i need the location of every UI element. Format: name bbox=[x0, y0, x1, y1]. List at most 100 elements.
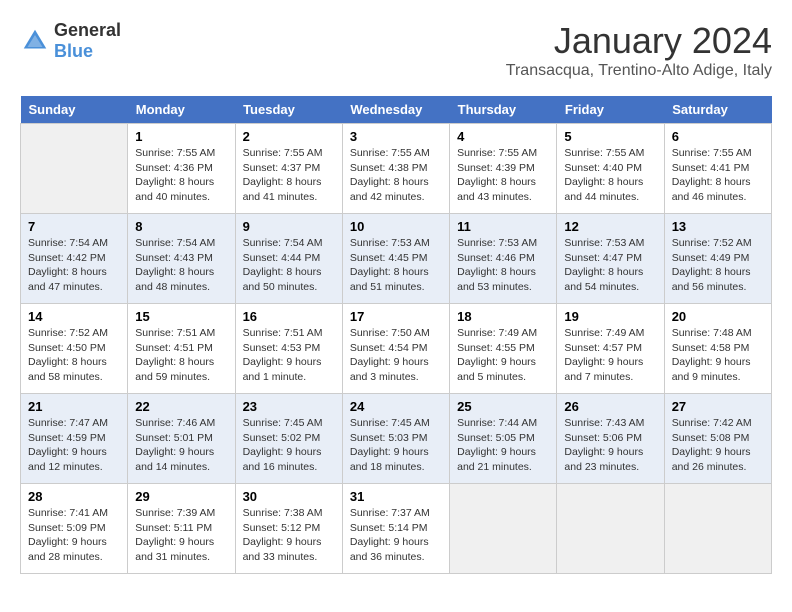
calendar-cell: 8 Sunrise: 7:54 AM Sunset: 4:43 PM Daylig… bbox=[128, 214, 235, 304]
day-number: 19 bbox=[564, 309, 656, 324]
day-number: 23 bbox=[243, 399, 335, 414]
day-info: Sunrise: 7:55 AM Sunset: 4:36 PM Dayligh… bbox=[135, 146, 227, 205]
day-number: 7 bbox=[28, 219, 120, 234]
day-info: Sunrise: 7:45 AM Sunset: 5:03 PM Dayligh… bbox=[350, 416, 442, 475]
logo-general-text: General bbox=[54, 20, 121, 40]
day-info: Sunrise: 7:45 AM Sunset: 5:02 PM Dayligh… bbox=[243, 416, 335, 475]
day-number: 24 bbox=[350, 399, 442, 414]
day-number: 3 bbox=[350, 129, 442, 144]
calendar-cell: 14 Sunrise: 7:52 AM Sunset: 4:50 PM Dayli… bbox=[21, 304, 128, 394]
day-number: 20 bbox=[672, 309, 764, 324]
logo-blue-text: Blue bbox=[54, 41, 93, 61]
calendar-cell: 23 Sunrise: 7:45 AM Sunset: 5:02 PM Dayli… bbox=[235, 394, 342, 484]
weekday-header-sunday: Sunday bbox=[21, 96, 128, 124]
calendar-week-row: 21Sunrise: 7:47 AM Sunset: 4:59 PM Dayli… bbox=[21, 394, 772, 484]
day-number: 26 bbox=[564, 399, 656, 414]
day-info: Sunrise: 7:37 AM Sunset: 5:14 PM Dayligh… bbox=[350, 506, 442, 565]
day-number: 28 bbox=[28, 489, 120, 504]
calendar-cell: 22 Sunrise: 7:46 AM Sunset: 5:01 PM Dayli… bbox=[128, 394, 235, 484]
day-number: 6 bbox=[672, 129, 764, 144]
calendar-cell: 7 Sunrise: 7:54 AM Sunset: 4:42 PM Daylig… bbox=[21, 214, 128, 304]
calendar-cell: 2 Sunrise: 7:55 AM Sunset: 4:37 PM Daylig… bbox=[235, 124, 342, 214]
day-number: 21 bbox=[28, 399, 120, 414]
calendar-cell: 17Sunrise: 7:50 AM Sunset: 4:54 PM Dayli… bbox=[342, 304, 449, 394]
day-info: Sunrise: 7:54 AM Sunset: 4:42 PM Dayligh… bbox=[28, 236, 120, 295]
day-number: 14 bbox=[28, 309, 120, 324]
day-info: Sunrise: 7:55 AM Sunset: 4:37 PM Dayligh… bbox=[243, 146, 335, 205]
day-info: Sunrise: 7:46 AM Sunset: 5:01 PM Dayligh… bbox=[135, 416, 227, 475]
day-info: Sunrise: 7:44 AM Sunset: 5:05 PM Dayligh… bbox=[457, 416, 549, 475]
day-number: 8 bbox=[135, 219, 227, 234]
day-number: 10 bbox=[350, 219, 442, 234]
day-info: Sunrise: 7:54 AM Sunset: 4:44 PM Dayligh… bbox=[243, 236, 335, 295]
calendar-table: SundayMondayTuesdayWednesdayThursdayFrid… bbox=[20, 96, 772, 574]
calendar-cell bbox=[21, 124, 128, 214]
weekday-header-wednesday: Wednesday bbox=[342, 96, 449, 124]
day-info: Sunrise: 7:55 AM Sunset: 4:41 PM Dayligh… bbox=[672, 146, 764, 205]
calendar-cell: 24 Sunrise: 7:45 AM Sunset: 5:03 PM Dayli… bbox=[342, 394, 449, 484]
calendar-cell: 19 Sunrise: 7:49 AM Sunset: 4:57 PM Dayli… bbox=[557, 304, 664, 394]
day-number: 22 bbox=[135, 399, 227, 414]
day-info: Sunrise: 7:55 AM Sunset: 4:38 PM Dayligh… bbox=[350, 146, 442, 205]
day-number: 9 bbox=[243, 219, 335, 234]
calendar-cell: 31 Sunrise: 7:37 AM Sunset: 5:14 PM Dayli… bbox=[342, 484, 449, 574]
day-number: 27 bbox=[672, 399, 764, 414]
day-info: Sunrise: 7:55 AM Sunset: 4:40 PM Dayligh… bbox=[564, 146, 656, 205]
calendar-cell bbox=[450, 484, 557, 574]
day-info: Sunrise: 7:38 AM Sunset: 5:12 PM Dayligh… bbox=[243, 506, 335, 565]
day-info: Sunrise: 7:48 AM Sunset: 4:58 PM Dayligh… bbox=[672, 326, 764, 385]
day-number: 16 bbox=[243, 309, 335, 324]
weekday-header-tuesday: Tuesday bbox=[235, 96, 342, 124]
calendar-cell bbox=[664, 484, 771, 574]
day-number: 1 bbox=[135, 129, 227, 144]
day-info: Sunrise: 7:51 AM Sunset: 4:51 PM Dayligh… bbox=[135, 326, 227, 385]
day-number: 18 bbox=[457, 309, 549, 324]
calendar-cell: 26 Sunrise: 7:43 AM Sunset: 5:06 PM Dayli… bbox=[557, 394, 664, 484]
month-title: January 2024 bbox=[506, 20, 772, 62]
calendar-cell: 29 Sunrise: 7:39 AM Sunset: 5:11 PM Dayli… bbox=[128, 484, 235, 574]
calendar-cell: 21Sunrise: 7:47 AM Sunset: 4:59 PM Dayli… bbox=[21, 394, 128, 484]
logo: General Blue bbox=[20, 20, 121, 62]
calendar-cell: 18 Sunrise: 7:49 AM Sunset: 4:55 PM Dayli… bbox=[450, 304, 557, 394]
day-number: 2 bbox=[243, 129, 335, 144]
calendar-cell: 6 Sunrise: 7:55 AM Sunset: 4:41 PM Daylig… bbox=[664, 124, 771, 214]
day-info: Sunrise: 7:53 AM Sunset: 4:46 PM Dayligh… bbox=[457, 236, 549, 295]
day-info: Sunrise: 7:52 AM Sunset: 4:49 PM Dayligh… bbox=[672, 236, 764, 295]
calendar-cell: 28Sunrise: 7:41 AM Sunset: 5:09 PM Dayli… bbox=[21, 484, 128, 574]
calendar-cell: 9 Sunrise: 7:54 AM Sunset: 4:44 PM Daylig… bbox=[235, 214, 342, 304]
day-info: Sunrise: 7:49 AM Sunset: 4:57 PM Dayligh… bbox=[564, 326, 656, 385]
day-number: 29 bbox=[135, 489, 227, 504]
calendar-cell: 4Sunrise: 7:55 AM Sunset: 4:39 PM Daylig… bbox=[450, 124, 557, 214]
day-number: 31 bbox=[350, 489, 442, 504]
day-info: Sunrise: 7:39 AM Sunset: 5:11 PM Dayligh… bbox=[135, 506, 227, 565]
calendar-cell: 1 Sunrise: 7:55 AM Sunset: 4:36 PM Daylig… bbox=[128, 124, 235, 214]
day-number: 11 bbox=[457, 219, 549, 234]
weekday-header-row: SundayMondayTuesdayWednesdayThursdayFrid… bbox=[21, 96, 772, 124]
calendar-cell: 10 Sunrise: 7:53 AM Sunset: 4:45 PM Dayli… bbox=[342, 214, 449, 304]
day-number: 25 bbox=[457, 399, 549, 414]
day-info: Sunrise: 7:42 AM Sunset: 5:08 PM Dayligh… bbox=[672, 416, 764, 475]
calendar-cell: 20 Sunrise: 7:48 AM Sunset: 4:58 PM Dayli… bbox=[664, 304, 771, 394]
calendar-week-row: 28Sunrise: 7:41 AM Sunset: 5:09 PM Dayli… bbox=[21, 484, 772, 574]
calendar-cell: 13Sunrise: 7:52 AM Sunset: 4:49 PM Dayli… bbox=[664, 214, 771, 304]
day-info: Sunrise: 7:43 AM Sunset: 5:06 PM Dayligh… bbox=[564, 416, 656, 475]
day-info: Sunrise: 7:50 AM Sunset: 4:54 PM Dayligh… bbox=[350, 326, 442, 385]
calendar-cell: 11 Sunrise: 7:53 AM Sunset: 4:46 PM Dayli… bbox=[450, 214, 557, 304]
weekday-header-saturday: Saturday bbox=[664, 96, 771, 124]
calendar-week-row: 14 Sunrise: 7:52 AM Sunset: 4:50 PM Dayli… bbox=[21, 304, 772, 394]
day-info: Sunrise: 7:54 AM Sunset: 4:43 PM Dayligh… bbox=[135, 236, 227, 295]
calendar-cell: 27 Sunrise: 7:42 AM Sunset: 5:08 PM Dayli… bbox=[664, 394, 771, 484]
calendar-cell: 12Sunrise: 7:53 AM Sunset: 4:47 PM Dayli… bbox=[557, 214, 664, 304]
day-info: Sunrise: 7:52 AM Sunset: 4:50 PM Dayligh… bbox=[28, 326, 120, 385]
day-info: Sunrise: 7:51 AM Sunset: 4:53 PM Dayligh… bbox=[243, 326, 335, 385]
calendar-cell: 5Sunrise: 7:55 AM Sunset: 4:40 PM Daylig… bbox=[557, 124, 664, 214]
weekday-header-friday: Friday bbox=[557, 96, 664, 124]
calendar-cell: 25 Sunrise: 7:44 AM Sunset: 5:05 PM Dayli… bbox=[450, 394, 557, 484]
day-info: Sunrise: 7:53 AM Sunset: 4:45 PM Dayligh… bbox=[350, 236, 442, 295]
calendar-cell: 16 Sunrise: 7:51 AM Sunset: 4:53 PM Dayli… bbox=[235, 304, 342, 394]
weekday-header-monday: Monday bbox=[128, 96, 235, 124]
day-info: Sunrise: 7:53 AM Sunset: 4:47 PM Dayligh… bbox=[564, 236, 656, 295]
day-info: Sunrise: 7:55 AM Sunset: 4:39 PM Dayligh… bbox=[457, 146, 549, 205]
day-info: Sunrise: 7:49 AM Sunset: 4:55 PM Dayligh… bbox=[457, 326, 549, 385]
calendar-cell: 3 Sunrise: 7:55 AM Sunset: 4:38 PM Daylig… bbox=[342, 124, 449, 214]
